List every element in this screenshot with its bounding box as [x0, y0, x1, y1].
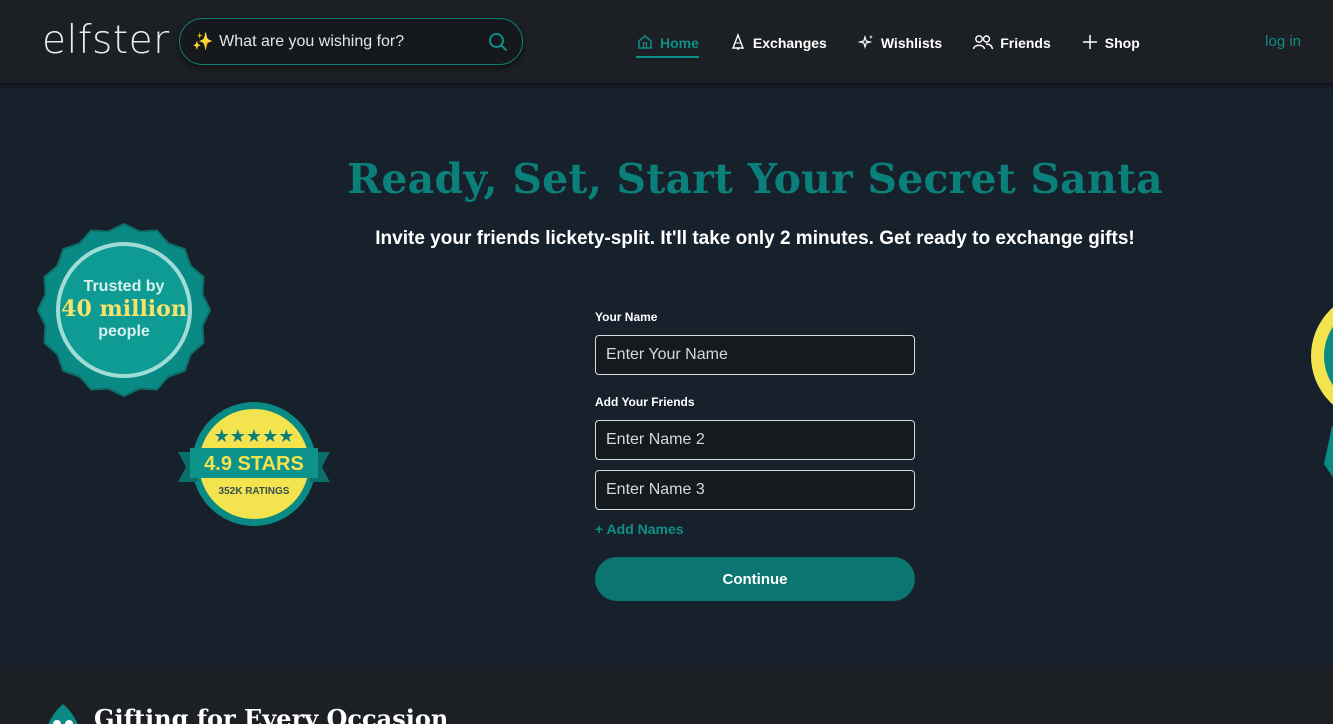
signup-form: Your Name Add Your Friends + Add Names C… — [595, 310, 915, 601]
nav-home[interactable]: Home — [636, 30, 699, 58]
your-name-label: Your Name — [595, 310, 658, 324]
elf-hat-icon — [42, 702, 84, 724]
nav-exchanges[interactable]: Exchanges — [729, 30, 827, 56]
main-nav: Home Exchanges Wishlists Friends Shop — [636, 30, 1140, 58]
add-names-link[interactable]: + Add Names — [595, 521, 684, 537]
rating-value: 4.9 STARS — [204, 453, 304, 475]
login-link[interactable]: log in — [1265, 33, 1301, 50]
page-title: Ready, Set, Start Your Secret Santa — [347, 155, 1163, 203]
nav-shop-label: Shop — [1104, 35, 1140, 51]
nav-shop[interactable]: Shop — [1081, 30, 1140, 56]
your-name-input[interactable] — [595, 335, 915, 375]
trusted-badge-seal: Trusted by 40 million people — [36, 222, 212, 398]
plus-icon — [1081, 33, 1099, 54]
search-bar[interactable]: ✨ — [179, 18, 523, 65]
trusted-line2: 40 million — [61, 296, 187, 322]
trusted-line1: Trusted by — [84, 278, 165, 295]
nav-wishlists-label: Wishlists — [880, 35, 943, 51]
rating-count: 352K RATINGS — [219, 486, 290, 497]
friend-name-2-input[interactable] — [595, 420, 915, 460]
home-icon — [636, 33, 654, 54]
nav-friends-label: Friends — [1000, 35, 1051, 51]
nav-exchanges-label: Exchanges — [752, 35, 827, 51]
add-friends-label: Add Your Friends — [595, 395, 695, 409]
occasions-section: Gifting for Every Occasion — [0, 666, 1333, 724]
continue-button[interactable]: Continue — [595, 557, 915, 601]
trusted-line3: people — [98, 323, 150, 340]
search-icon[interactable] — [486, 30, 510, 54]
stars-icon: ★★★★★ — [214, 426, 295, 447]
users-icon — [972, 33, 994, 54]
nav-wishlists[interactable]: Wishlists — [857, 30, 942, 56]
edge-badge — [1306, 296, 1333, 486]
nav-home-label: Home — [660, 35, 699, 51]
friend-name-3-input[interactable] — [595, 470, 915, 510]
nav-friends[interactable]: Friends — [972, 30, 1051, 56]
search-input[interactable] — [219, 32, 486, 51]
elfster-logo[interactable]: elfster — [42, 16, 170, 66]
trusted-badge: Trusted by 40 million people — [36, 222, 212, 398]
occasions-title: Gifting for Every Occasion — [94, 704, 449, 724]
tree-icon — [729, 32, 747, 54]
sparkles-icon — [857, 33, 875, 54]
sparkle-icon: ✨ — [192, 31, 214, 51]
top-header: elfster ✨ Home Exchanges Wishlists Frien… — [0, 0, 1333, 84]
rating-badge: ★★★★★ 4.9 STARS 352K RATINGS — [176, 400, 332, 528]
